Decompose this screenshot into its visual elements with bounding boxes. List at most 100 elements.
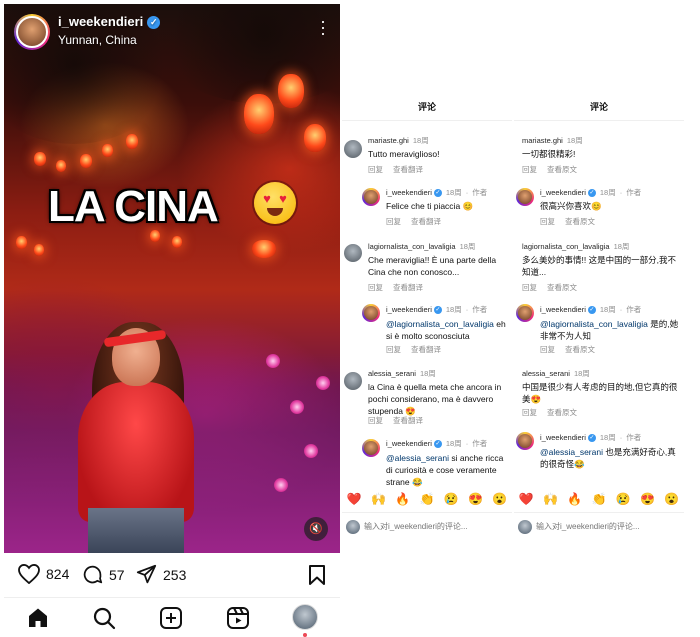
reply-button[interactable]: 回复 <box>522 165 537 174</box>
search-icon[interactable] <box>92 606 116 630</box>
see-translation-button[interactable]: 查看翻译 <box>393 283 423 292</box>
see-original-button[interactable]: 查看原文 <box>565 217 595 226</box>
reply-button[interactable]: 回复 <box>522 408 537 417</box>
avatar[interactable] <box>362 188 380 206</box>
reply-button[interactable]: 回复 <box>522 283 537 292</box>
reaction-heart-icon[interactable]: ❤️ <box>519 492 534 506</box>
reel-video[interactable]: LA CINA ♥ ♥ 🔇 <box>4 4 340 553</box>
comment-text: Tutto meraviglioso! <box>368 149 440 159</box>
avatar[interactable] <box>14 14 50 50</box>
share-button[interactable]: 253 <box>136 564 186 585</box>
comment-actions: 回复 查看翻译 <box>368 415 433 426</box>
comment-composer <box>342 512 512 540</box>
comment-actions: 回复 查看原文 <box>540 344 605 355</box>
comment-username[interactable]: lagiornalista_con_lavaligia <box>368 242 456 251</box>
like-button[interactable]: 824 <box>18 564 69 584</box>
avatar[interactable] <box>516 432 534 450</box>
avatar <box>346 520 360 534</box>
reaction-fire-icon[interactable]: 🔥 <box>395 492 410 506</box>
bookmark-icon[interactable] <box>308 564 326 586</box>
comment-username[interactable]: i_weekendieri <box>540 305 586 314</box>
avatar[interactable] <box>516 304 534 322</box>
avatar[interactable] <box>516 188 534 206</box>
share-icon <box>136 564 157 584</box>
flower <box>304 444 318 458</box>
heart-icon <box>18 564 40 584</box>
reply-button[interactable]: 回复 <box>368 165 383 174</box>
more-icon[interactable]: · · · <box>320 12 326 42</box>
create-icon[interactable] <box>159 606 183 630</box>
comment-actions: 回复 查看翻译 <box>368 282 433 293</box>
reaction-surprised-icon[interactable]: 😮 <box>664 492 679 506</box>
comment-actions: 回复 查看原文 <box>540 216 605 227</box>
notification-dot <box>303 633 307 637</box>
see-translation-button[interactable]: 查看翻译 <box>411 217 441 226</box>
comments-title: 评论 <box>589 102 608 112</box>
reaction-raised-hands-icon[interactable]: 🙌 <box>543 492 558 506</box>
comment-username[interactable]: lagiornalista_con_lavaligia <box>522 242 610 251</box>
reaction-clap-icon[interactable]: 👏 <box>592 492 607 506</box>
reaction-surprised-icon[interactable]: 😮 <box>492 492 507 506</box>
avatar[interactable] <box>362 439 380 457</box>
reply-button[interactable]: 回复 <box>368 416 383 425</box>
reaction-heart-eyes-icon[interactable]: 😍 <box>468 492 483 506</box>
author-label: 作者 <box>626 433 642 442</box>
comment-username[interactable]: i_weekendieri <box>386 305 432 314</box>
see-translation-button[interactable]: 查看翻译 <box>411 345 441 354</box>
post-location[interactable]: Yunnan, China <box>58 33 137 47</box>
verified-badge-icon: ✓ <box>433 440 442 449</box>
comment-username[interactable]: i_weekendieri <box>386 439 432 448</box>
see-translation-button[interactable]: 查看翻译 <box>393 165 423 174</box>
see-original-button[interactable]: 查看原文 <box>547 283 577 292</box>
comment-input[interactable] <box>364 522 504 531</box>
comment-button[interactable]: 57 <box>82 564 125 585</box>
comment-header: i_weekendieri ✓ 18周 · 作者 <box>540 188 642 198</box>
comment-header: lagiornalista_con_lavaligia 18周 <box>522 242 630 251</box>
comment-username[interactable]: alessia_serani <box>522 369 570 378</box>
avatar[interactable] <box>362 304 380 322</box>
comment-username[interactable]: i_weekendieri <box>540 433 586 442</box>
reply-button[interactable]: 回复 <box>540 345 555 354</box>
mention-link[interactable]: @alessia_serani <box>386 453 449 463</box>
reply-button[interactable]: 回复 <box>386 345 401 354</box>
home-icon[interactable] <box>26 606 50 630</box>
see-original-button[interactable]: 查看原文 <box>547 408 577 417</box>
comment-text: 中国是很少有人考虑的目的地,但它真的很美😍 <box>522 382 678 404</box>
see-translation-button[interactable]: 查看翻译 <box>393 416 423 425</box>
reaction-clap-icon[interactable]: 👏 <box>420 492 435 506</box>
comment-input[interactable] <box>536 522 676 531</box>
lantern <box>304 124 326 152</box>
author-label: 作者 <box>472 305 488 314</box>
reaction-raised-hands-icon[interactable]: 🙌 <box>371 492 386 506</box>
reply-button[interactable]: 回复 <box>540 217 555 226</box>
verified-badge-icon: ✓ <box>587 306 596 315</box>
avatar[interactable] <box>344 140 362 158</box>
comment-text: la Cina è quella meta che ancora in poch… <box>368 382 502 416</box>
reaction-fire-icon[interactable]: 🔥 <box>567 492 582 506</box>
reply-button[interactable]: 回复 <box>386 217 401 226</box>
comment-username[interactable]: mariaste.ghi <box>368 136 409 145</box>
overlay-title: LA CINA <box>48 182 219 231</box>
reaction-heart-icon[interactable]: ❤️ <box>347 492 362 506</box>
reaction-crying-icon[interactable]: 😢 <box>616 492 631 506</box>
avatar[interactable] <box>344 372 362 390</box>
comment-username[interactable]: i_weekendieri <box>540 188 586 197</box>
see-original-button[interactable]: 查看原文 <box>565 345 595 354</box>
comment-username[interactable]: i_weekendieri <box>386 188 432 197</box>
comment-text: @alessia_serani 也是充满好奇心,真的很奇怪😂 <box>540 447 676 469</box>
post-username[interactable]: i_weekendieri ✓ <box>58 14 161 30</box>
reaction-heart-eyes-icon[interactable]: 😍 <box>640 492 655 506</box>
avatar[interactable] <box>344 244 362 262</box>
lantern <box>278 74 304 108</box>
mention-link[interactable]: @lagiornalista_con_lavaligia <box>540 319 648 329</box>
comment-username[interactable]: alessia_serani <box>368 369 416 378</box>
profile-avatar[interactable] <box>292 604 318 630</box>
see-original-button[interactable]: 查看原文 <box>547 165 577 174</box>
mention-link[interactable]: @alessia_serani <box>540 447 603 457</box>
reels-icon[interactable] <box>226 606 250 630</box>
mention-link[interactable]: @lagiornalista_con_lavaligia <box>386 319 494 329</box>
mute-icon[interactable]: 🔇 <box>304 517 328 541</box>
reply-button[interactable]: 回复 <box>368 283 383 292</box>
comment-username[interactable]: mariaste.ghi <box>522 136 563 145</box>
reaction-crying-icon[interactable]: 😢 <box>444 492 459 506</box>
